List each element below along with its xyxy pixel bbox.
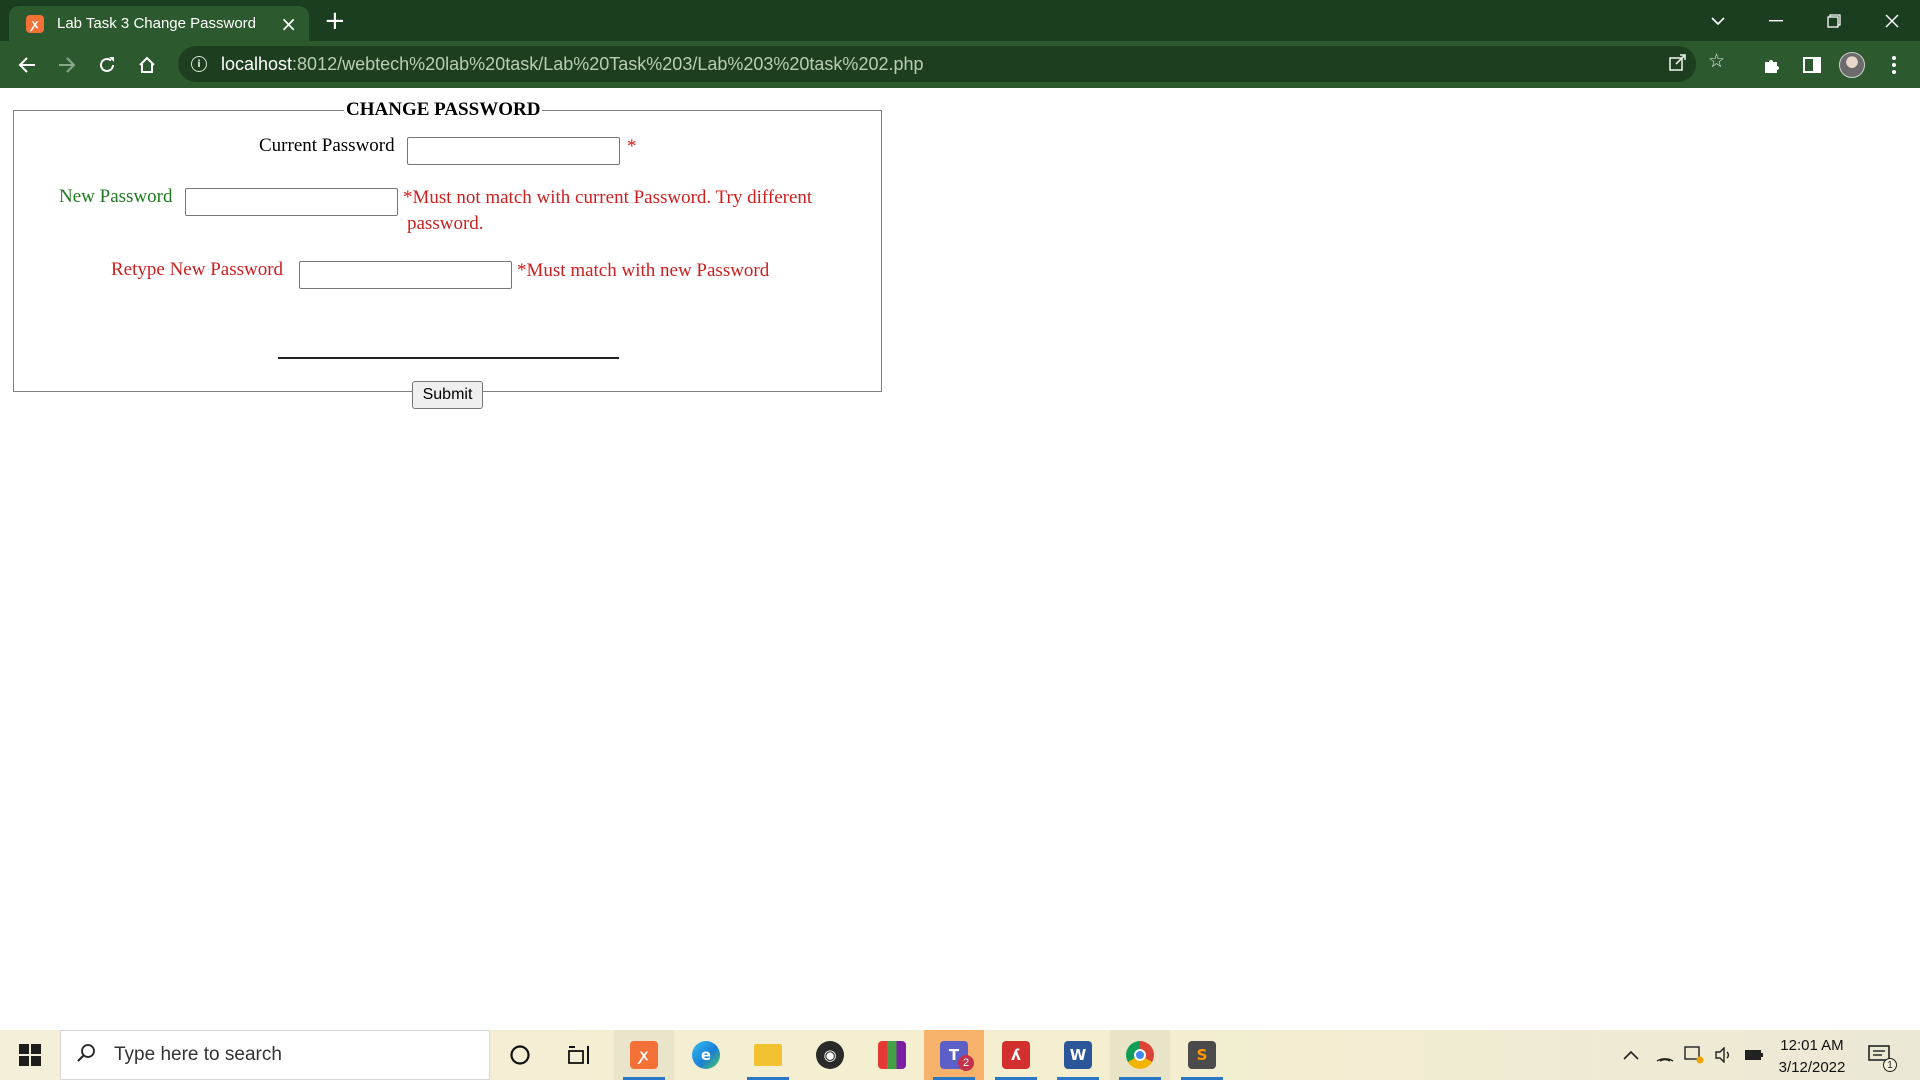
url-path: :8012/webtech%20lab%20task/Lab%20Task%20… bbox=[292, 53, 924, 74]
address-bar[interactable]: i localhost:8012/webtech%20lab%20task/La… bbox=[178, 46, 1725, 82]
acrobat-taskbar-icon[interactable]: ʎ bbox=[986, 1030, 1046, 1080]
retype-password-label: Retype New Password bbox=[111, 259, 284, 280]
chrome-taskbar-icon[interactable] bbox=[1110, 1030, 1170, 1080]
tab-search-chevron-icon[interactable] bbox=[1690, 0, 1746, 41]
forward-arrow-icon[interactable] bbox=[53, 51, 81, 79]
notification-count-badge: 1 bbox=[1883, 1058, 1897, 1072]
show-hidden-icons-chevron-icon[interactable] bbox=[1623, 1030, 1639, 1080]
browser-tab[interactable]: ꭗ Lab Task 3 Change Password × bbox=[9, 6, 309, 41]
task-view-icon[interactable] bbox=[550, 1030, 610, 1080]
xampp-taskbar-icon[interactable]: ꭗ bbox=[614, 1030, 674, 1080]
restore-button[interactable] bbox=[1806, 0, 1862, 41]
windows-logo-icon bbox=[19, 1044, 41, 1066]
home-icon[interactable] bbox=[133, 51, 161, 79]
windows-taskbar: Type here to search ꭗ e ◉ T 2 ʎ W S 12:0… bbox=[0, 1030, 1920, 1080]
search-placeholder: Type here to search bbox=[114, 1044, 282, 1065]
horizontal-rule bbox=[278, 357, 619, 359]
close-window-button[interactable] bbox=[1864, 0, 1920, 41]
tab-close-icon[interactable]: × bbox=[280, 14, 297, 34]
edge-taskbar-icon[interactable]: e bbox=[676, 1030, 736, 1080]
menu-kebab-icon[interactable] bbox=[1880, 51, 1908, 79]
tab-title: Lab Task 3 Change Password bbox=[57, 15, 257, 32]
colorful-app-taskbar-icon[interactable] bbox=[862, 1030, 922, 1080]
url-text[interactable]: localhost:8012/webtech%20lab%20task/Lab%… bbox=[221, 54, 924, 75]
taskbar-clock[interactable]: 12:01 AM 3/12/2022 bbox=[1772, 1035, 1852, 1079]
network-icon[interactable] bbox=[1655, 1030, 1675, 1080]
tab-strip: ꭗ Lab Task 3 Change Password × + bbox=[0, 0, 1920, 41]
volume-icon[interactable] bbox=[1714, 1030, 1734, 1080]
browser-toolbar: i localhost:8012/webtech%20lab%20task/La… bbox=[0, 41, 1920, 88]
sublime-taskbar-icon[interactable]: S bbox=[1172, 1030, 1232, 1080]
clock-date: 3/12/2022 bbox=[1778, 1059, 1846, 1076]
taskbar-search-box[interactable]: Type here to search bbox=[60, 1030, 490, 1080]
word-taskbar-icon[interactable]: W bbox=[1048, 1030, 1108, 1080]
reload-icon[interactable] bbox=[93, 51, 121, 79]
notification-center-icon[interactable]: 1 bbox=[1868, 1030, 1897, 1080]
teams-badge: 2 bbox=[958, 1055, 974, 1071]
current-password-input[interactable] bbox=[407, 137, 620, 165]
new-password-input[interactable] bbox=[185, 188, 398, 216]
bookmark-star-icon[interactable]: ☆ bbox=[1708, 50, 1725, 72]
share-icon[interactable] bbox=[1668, 52, 1688, 77]
battery-icon[interactable] bbox=[1744, 1030, 1764, 1080]
cortana-icon[interactable] bbox=[490, 1030, 550, 1080]
teams-taskbar-icon[interactable]: T 2 bbox=[924, 1030, 984, 1080]
obs-taskbar-icon[interactable]: ◉ bbox=[800, 1030, 860, 1080]
side-panel-icon[interactable] bbox=[1798, 51, 1826, 79]
new-password-error-line1: *Must not match with current Password. T… bbox=[403, 187, 813, 208]
url-host: localhost bbox=[221, 53, 293, 74]
new-password-error-line2: password. bbox=[407, 213, 484, 234]
current-password-label: Current Password bbox=[259, 135, 395, 156]
xampp-favicon-icon: ꭗ bbox=[26, 14, 44, 33]
extensions-puzzle-icon[interactable] bbox=[1758, 51, 1786, 79]
site-info-icon[interactable]: i bbox=[191, 56, 207, 72]
new-password-label: New Password bbox=[59, 186, 173, 207]
retype-password-input[interactable] bbox=[299, 261, 512, 289]
minimize-button[interactable] bbox=[1748, 0, 1804, 41]
current-password-required-marker: * bbox=[627, 136, 637, 157]
security-warning-icon[interactable] bbox=[1684, 1030, 1704, 1080]
profile-avatar[interactable] bbox=[1839, 52, 1865, 78]
back-arrow-icon[interactable] bbox=[13, 51, 41, 79]
file-explorer-taskbar-icon[interactable] bbox=[738, 1030, 798, 1080]
retype-password-error: *Must match with new Password bbox=[517, 260, 770, 281]
new-tab-button[interactable]: + bbox=[324, 8, 346, 34]
page-content: CHANGE PASSWORD Current Password * New P… bbox=[0, 88, 1920, 1030]
clock-time: 12:01 AM bbox=[1780, 1037, 1844, 1054]
change-password-fieldset: CHANGE PASSWORD Current Password * New P… bbox=[13, 99, 882, 409]
submit-button[interactable]: Submit bbox=[412, 381, 483, 409]
start-button[interactable] bbox=[0, 1030, 60, 1080]
search-icon bbox=[76, 1043, 100, 1068]
form-legend: CHANGE PASSWORD bbox=[346, 99, 541, 120]
